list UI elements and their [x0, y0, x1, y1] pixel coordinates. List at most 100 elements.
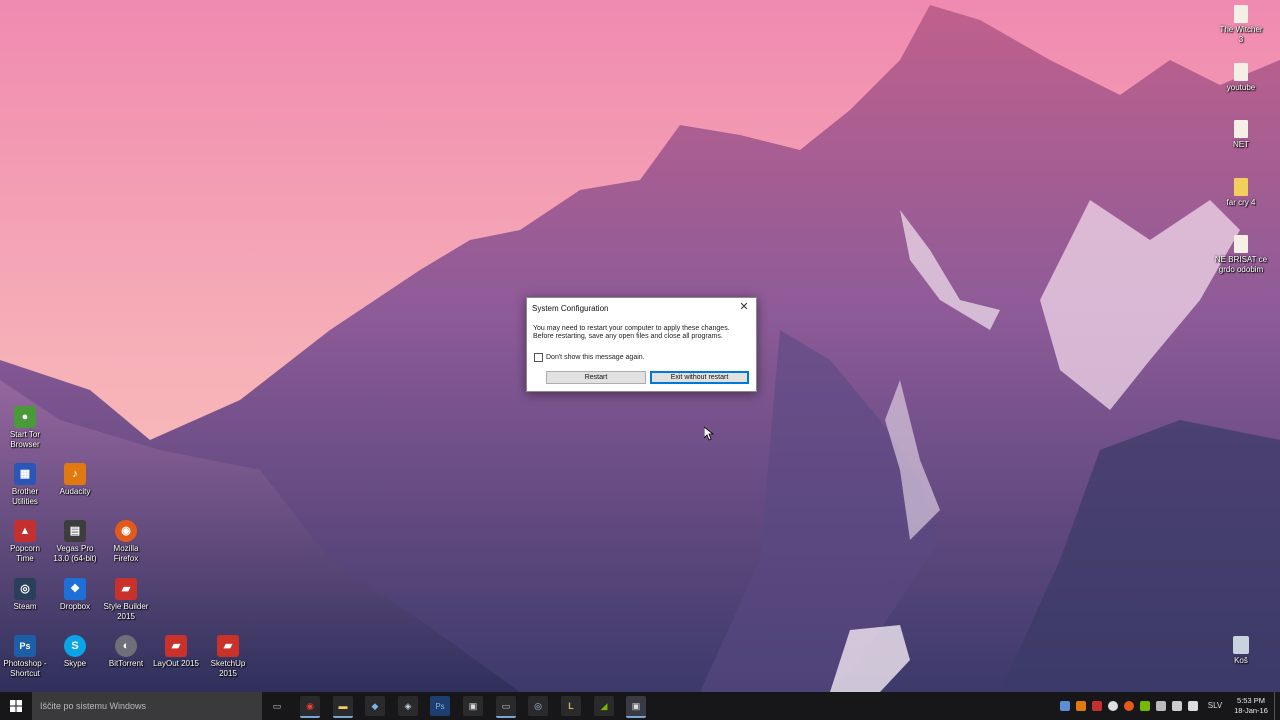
desktop-icon-label: grdo odobim	[1218, 265, 1264, 274]
brother-utilities-icon: ▦	[14, 463, 36, 485]
dialog-title: System Configuration	[532, 304, 609, 313]
clock-date: 18-Jan-16	[1234, 706, 1268, 715]
sketchup-icon: ▰	[217, 635, 239, 657]
tray-app-icon[interactable]	[1124, 701, 1134, 711]
clock[interactable]: 5:53 PM 18-Jan-16	[1226, 696, 1276, 716]
desktop-icon-label: Style Builder	[103, 602, 149, 611]
system-config-taskbar-icon[interactable]: ▣	[626, 696, 646, 718]
desktop-icon-the-witcher[interactable]: The Witcher 3	[1213, 5, 1269, 45]
checkbox-label: Don't show this message again.	[546, 354, 645, 361]
tray-app-icon[interactable]	[1076, 701, 1086, 711]
tor-icon: ●	[14, 406, 36, 428]
layout-icon: ▰	[165, 635, 187, 657]
desktop-icon-popcorn-time[interactable]: ▲ Popcorn Time	[0, 520, 53, 564]
app-icon[interactable]: ◆	[365, 696, 385, 716]
mouse-cursor-icon	[704, 427, 714, 441]
desktop-icon-label: far cry 4	[1226, 198, 1256, 207]
desktop-icon-label: Koš	[1234, 656, 1248, 665]
desktop-icon-youtube[interactable]: youtube	[1213, 63, 1269, 93]
desktop-icon-label: NE BRISAT ce	[1214, 255, 1268, 264]
desktop-icon-label: The Witcher	[1219, 25, 1263, 34]
bittorrent-icon: ◐	[115, 635, 137, 657]
desktop-icon-label: LayOut 2015	[153, 659, 199, 668]
style-builder-icon: ▰	[115, 578, 137, 600]
desktop-icon-label: Mozilla	[113, 544, 139, 553]
tray-app-icon[interactable]	[1060, 701, 1070, 711]
search-box[interactable]: Iščite po sistemu Windows	[32, 692, 262, 720]
tray-app-icon[interactable]	[1108, 701, 1118, 711]
close-button[interactable]: ✕	[736, 300, 752, 314]
desktop-icon-vegas-pro[interactable]: ▤ Vegas Pro 13.0 (64-bit)	[47, 520, 103, 564]
battery-icon[interactable]	[1188, 701, 1198, 711]
task-view-icon[interactable]: ▭	[267, 696, 287, 716]
desktop-icon-audacity[interactable]: ♪ Audacity	[47, 463, 103, 497]
tray-app-icon[interactable]	[1092, 701, 1102, 711]
desktop-icon-label: NET	[1233, 140, 1249, 149]
dialog-message-line: You may need to restart your computer to…	[533, 325, 730, 332]
system-configuration-dialog: System Configuration ✕ You may need to r…	[526, 297, 757, 392]
desktop-icon-recycle-bin[interactable]: Koš	[1213, 636, 1269, 666]
chrome-icon[interactable]: ◉	[300, 696, 320, 718]
skype-icon: S	[64, 635, 86, 657]
desktop-icon-brother-utilities[interactable]: ▦ Brother Utilities	[0, 463, 53, 507]
desktop-icon-label: Brother	[11, 487, 39, 496]
desktop-icon-tor-browser[interactable]: ● Start Tor Browser	[0, 406, 53, 450]
volume-icon[interactable]	[1172, 701, 1182, 711]
nvidia-icon[interactable]: ◢	[594, 696, 614, 716]
restart-button[interactable]: Restart	[546, 371, 646, 384]
desktop-icon-label: Popcorn	[10, 544, 40, 553]
desktop-icon-label: Firefox	[113, 554, 139, 563]
language-indicator[interactable]: SLV	[1206, 692, 1224, 720]
start-button[interactable]	[0, 692, 32, 720]
desktop-icon-style-builder[interactable]: ▰ Style Builder 2015	[98, 578, 154, 622]
clock-time: 5:53 PM	[1237, 696, 1265, 705]
desktop-icon-label: Start Tor	[9, 430, 41, 439]
desktop-icon-layout[interactable]: ▰ LayOut 2015	[148, 635, 204, 669]
desktop-icon-label: Time	[16, 554, 34, 563]
network-icon[interactable]	[1156, 701, 1166, 711]
desktop-icon-label: SketchUp	[210, 659, 246, 668]
vegas-pro-icon: ▤	[64, 520, 86, 542]
media-icon[interactable]: ▣	[463, 696, 483, 716]
desktop-icon-skype[interactable]: S Skype	[47, 635, 103, 669]
dialog-message-line: Before restarting, save any open files a…	[533, 333, 723, 340]
terminal-icon[interactable]: ▭	[496, 696, 516, 718]
file-explorer-icon[interactable]: ▬	[333, 696, 353, 718]
desktop-icon-dropbox[interactable]: ❖ Dropbox	[47, 578, 103, 612]
desktop-icon-label: Utilities	[12, 497, 38, 506]
desktop-icon-label: 13.0 (64-bit)	[53, 554, 97, 563]
desktop-icon-firefox[interactable]: ◉ Mozilla Firefox	[98, 520, 154, 564]
desktop-icon-label: youtube	[1226, 83, 1256, 92]
league-icon[interactable]: L	[561, 696, 581, 716]
steam-taskbar-icon[interactable]: ◎	[528, 696, 548, 716]
desktop-icon-label: 2015	[117, 612, 135, 621]
file-icon	[1234, 5, 1248, 23]
dont-show-again-checkbox[interactable]: Don't show this message again.	[534, 353, 645, 362]
firefox-icon: ◉	[115, 520, 137, 542]
windows-logo-icon	[10, 700, 22, 712]
audacity-icon: ♪	[64, 463, 86, 485]
desktop-icon-label: Photoshop -	[3, 659, 47, 668]
photoshop-taskbar-icon[interactable]: Ps	[430, 696, 450, 716]
desktop-icon-bittorrent[interactable]: ◐ BitTorrent	[98, 635, 154, 669]
desktop-icon-far-cry-4[interactable]: far cry 4	[1213, 178, 1269, 208]
app-icon-2[interactable]: ◈	[398, 696, 418, 716]
desktop-icon-sketchup[interactable]: ▰ SketchUp 2015	[200, 635, 256, 679]
file-icon	[1234, 235, 1248, 253]
folder-icon	[1234, 178, 1248, 196]
desktop-icon-label: BitTorrent	[108, 659, 144, 668]
desktop-icon-net[interactable]: NET	[1213, 120, 1269, 150]
show-desktop-button[interactable]	[1274, 692, 1280, 720]
desktop-icon-photoshop[interactable]: Ps Photoshop - Shortcut	[0, 635, 53, 679]
dropbox-icon: ❖	[64, 578, 86, 600]
desktop-icon-label: Browser	[10, 440, 40, 449]
desktop-icon-label: Audacity	[59, 487, 91, 496]
tray-app-icon[interactable]	[1140, 701, 1150, 711]
exit-without-restart-button[interactable]: Exit without restart	[650, 371, 749, 384]
recycle-bin-icon	[1233, 636, 1249, 654]
desktop-icon-steam[interactable]: ◎ Steam	[0, 578, 53, 612]
photoshop-icon: Ps	[14, 635, 36, 657]
desktop-icon-ne-brisat[interactable]: NE BRISAT ce grdo odobim	[1213, 235, 1269, 275]
checkbox-box[interactable]	[534, 353, 543, 362]
desktop-icon-label: 2015	[219, 669, 237, 678]
